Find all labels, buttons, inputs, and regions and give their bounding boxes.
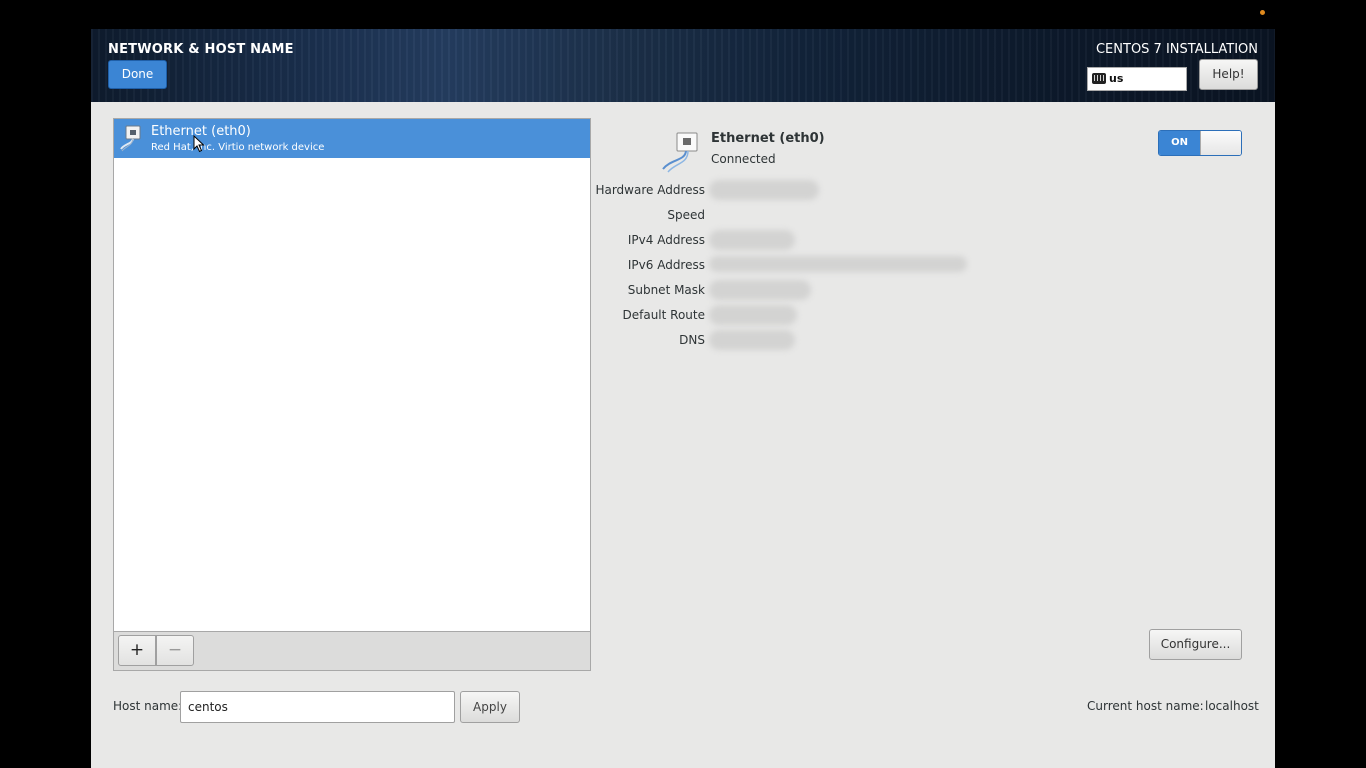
hardware-address-value xyxy=(709,180,819,200)
network-device-list: Ethernet (eth0) Red Hat, Inc. Virtio net… xyxy=(113,118,591,671)
device-status: Connected xyxy=(711,152,776,166)
apply-button[interactable]: Apply xyxy=(460,691,520,723)
speed-label: Speed xyxy=(667,208,705,222)
screen: NETWORK & HOST NAME Done CENTOS 7 INSTAL… xyxy=(0,0,1366,768)
list-item-description: Red Hat, Inc. Virtio network device xyxy=(151,142,325,153)
page-title: NETWORK & HOST NAME xyxy=(108,42,294,57)
help-button[interactable]: Help! xyxy=(1199,59,1258,90)
toggle-on-label: ON xyxy=(1159,131,1200,155)
dns-label: DNS xyxy=(679,333,705,347)
list-toolbar: + − xyxy=(114,631,590,670)
tray-indicator-icon xyxy=(1260,10,1265,15)
keyboard-layout-label: us xyxy=(1109,72,1124,85)
ipv6-address-label: IPv6 Address xyxy=(627,258,705,272)
installer-window: NETWORK & HOST NAME Done CENTOS 7 INSTAL… xyxy=(91,29,1275,768)
default-route-label: Default Route xyxy=(622,308,706,322)
device-name: Ethernet (eth0) xyxy=(711,131,825,146)
configure-button[interactable]: Configure... xyxy=(1149,629,1242,660)
done-button[interactable]: Done xyxy=(108,60,167,89)
subnet-mask-value xyxy=(709,280,811,300)
host-name-label: Host name: xyxy=(113,699,183,713)
default-route-value xyxy=(709,305,797,325)
ipv4-address-value xyxy=(709,230,795,250)
ethernet-icon xyxy=(120,125,141,152)
keyboard-icon xyxy=(1092,73,1106,84)
header-bar: NETWORK & HOST NAME Done CENTOS 7 INSTAL… xyxy=(91,29,1275,102)
current-host-name-value: localhost xyxy=(1205,699,1259,713)
remove-device-button[interactable]: − xyxy=(156,635,194,666)
product-title: CENTOS 7 INSTALLATION xyxy=(1095,42,1258,57)
list-item-eth0[interactable]: Ethernet (eth0) Red Hat, Inc. Virtio net… xyxy=(114,119,590,158)
connection-toggle[interactable]: ON xyxy=(1158,130,1242,156)
ipv6-address-value xyxy=(709,256,967,272)
dns-value xyxy=(709,330,795,350)
mouse-cursor-icon xyxy=(193,135,205,153)
ipv4-address-label: IPv4 Address xyxy=(627,233,705,247)
toggle-knob xyxy=(1200,131,1241,155)
add-device-button[interactable]: + xyxy=(118,635,156,666)
ethernet-icon xyxy=(662,132,698,173)
hardware-address-label: Hardware Address xyxy=(595,183,705,197)
current-host-name-label: Current host name: xyxy=(1087,699,1204,713)
host-name-input[interactable] xyxy=(180,691,455,723)
keyboard-layout-indicator[interactable]: us xyxy=(1087,67,1187,91)
subnet-mask-label: Subnet Mask xyxy=(627,283,705,297)
